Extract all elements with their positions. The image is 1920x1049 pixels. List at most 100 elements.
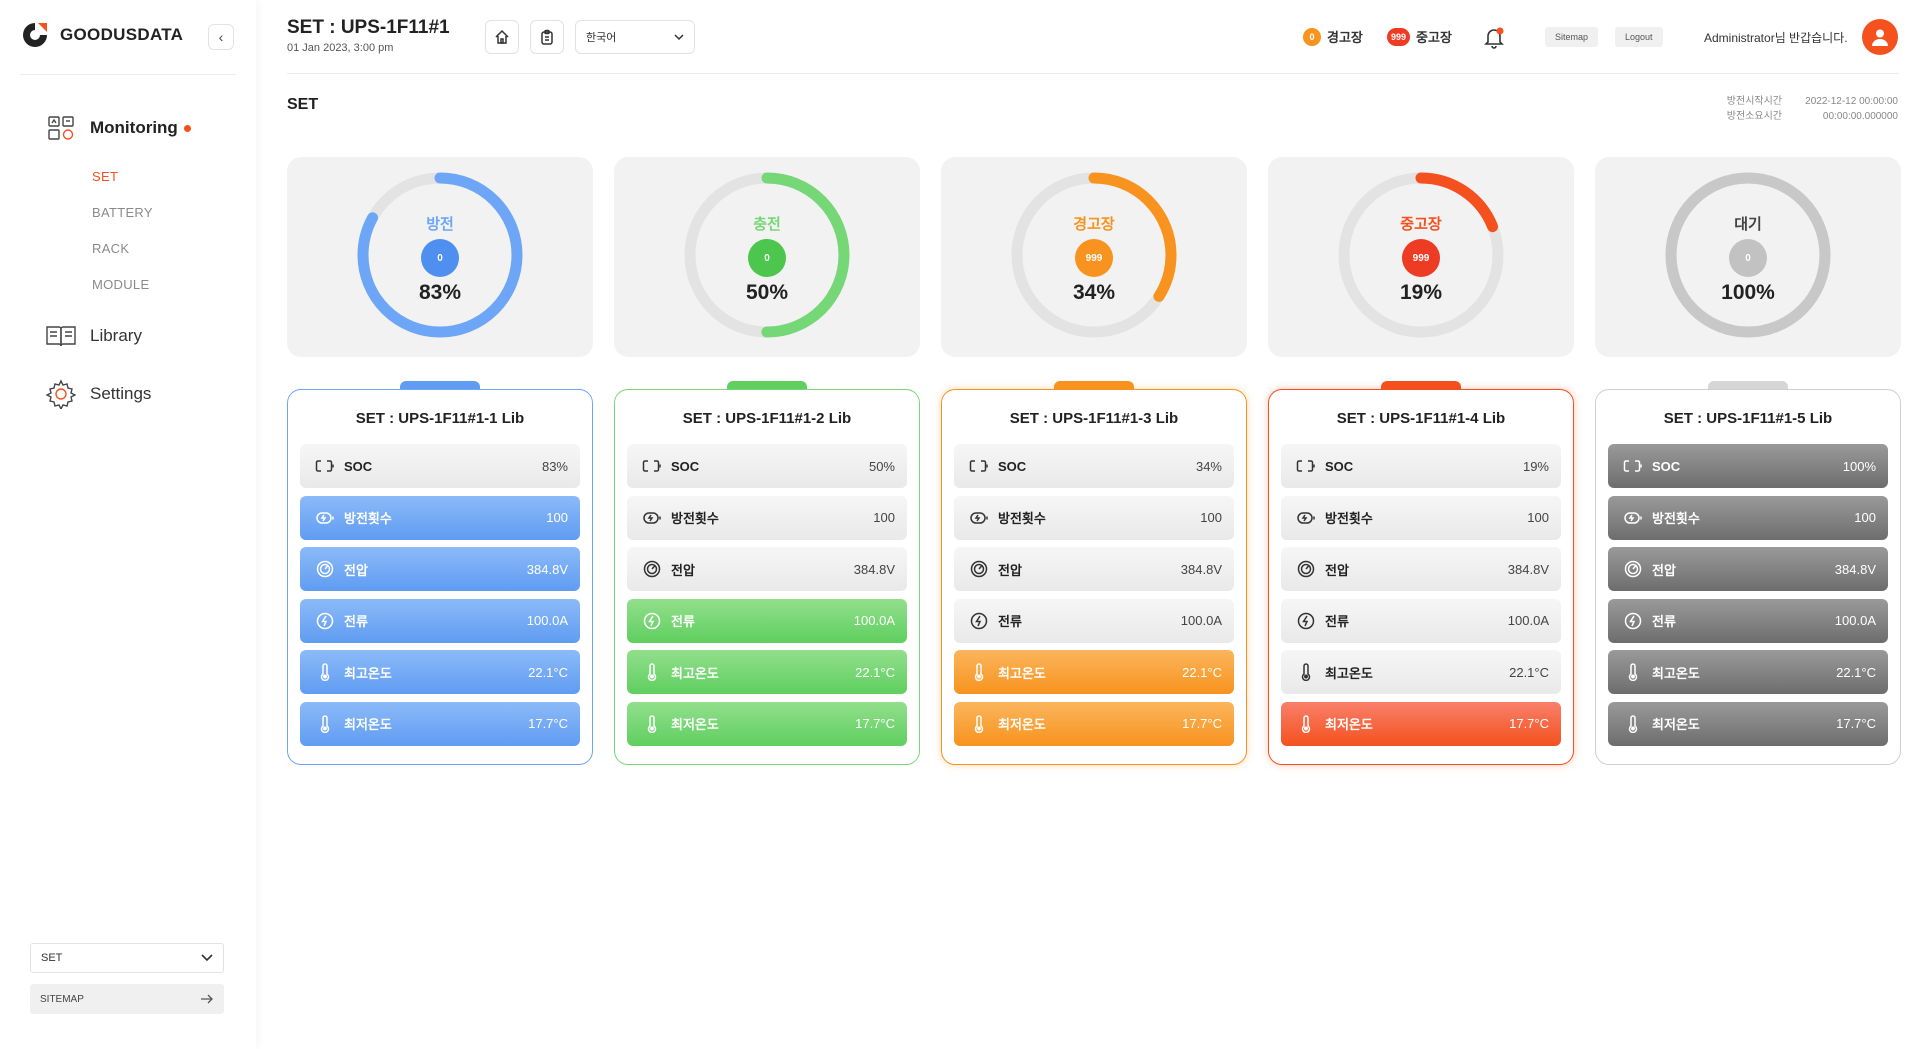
clipboard-button[interactable]: [530, 20, 564, 54]
avatar[interactable]: [1862, 19, 1898, 55]
metric-discharge-count: 방전횟수 100: [954, 495, 1234, 540]
metric-soc: SOC 50%: [627, 444, 907, 488]
sidebar: GOODUSDATA ‹ Monitoring SET BATTERY RACK…: [0, 0, 256, 1049]
user-icon: [1872, 29, 1888, 46]
fault-status[interactable]: 999 중고장: [1387, 27, 1452, 46]
metric-value: 100.0A: [853, 613, 895, 628]
lib-card[interactable]: SET : UPS-1F11#1-4 Lib SOC 19% 방전횟수 100 …: [1268, 389, 1574, 765]
lib-title: SET : UPS-1F11#1-5 Lib: [1663, 410, 1833, 427]
sidebar-subitem-battery[interactable]: BATTERY: [92, 205, 153, 220]
logo-icon: [23, 23, 47, 47]
metric-label: SOC: [344, 458, 373, 474]
bell-icon[interactable]: [1481, 24, 1507, 50]
metric-voltage: 전압 384.8V: [627, 547, 907, 591]
battery-cycle-icon: [1622, 507, 1644, 529]
metric-label: 전류: [671, 614, 695, 629]
logout-button[interactable]: Logout: [1615, 27, 1663, 47]
metric-label: SOC: [671, 458, 700, 474]
arrow-right-icon: [201, 994, 213, 1004]
metric-label: 전압: [344, 562, 368, 578]
sidebar-item-monitoring[interactable]: Monitoring: [44, 111, 191, 145]
metric-value: 100.0A: [1507, 613, 1549, 628]
thermometer-icon: [968, 713, 990, 735]
metric-label: 최고온도: [671, 665, 719, 681]
status-gauge-card[interactable]: 경고장 999 34%: [941, 157, 1247, 357]
lib-card[interactable]: SET : UPS-1F11#1-5 Lib SOC 100% 방전횟수 100…: [1595, 389, 1901, 765]
metric-value: 100: [873, 510, 895, 525]
sidebar-item-library[interactable]: Library: [44, 319, 142, 353]
battery-icon: [1622, 455, 1644, 477]
gauge-label: 경고장: [1073, 216, 1115, 233]
metric-max-temp: 최고온도 22.1°C: [1281, 650, 1561, 694]
metric-label: 방전횟수: [998, 511, 1046, 526]
thermometer-icon: [641, 713, 663, 735]
metric-value: 384.8V: [526, 561, 568, 577]
sidebar-level-select[interactable]: SET: [30, 943, 224, 973]
sidebar-item-settings[interactable]: Settings: [44, 377, 151, 411]
battery-icon: [314, 455, 336, 477]
status-gauge-card[interactable]: 대기 0 100%: [1595, 157, 1901, 357]
brand-logo[interactable]: GOODUSDATA: [20, 20, 183, 50]
language-value: 한국어: [586, 32, 617, 44]
library-icon: [44, 319, 78, 353]
thermometer-icon: [1622, 661, 1644, 683]
metric-label: 최고온도: [1652, 665, 1700, 681]
metric-value: 100: [1527, 510, 1549, 525]
home-button[interactable]: [485, 20, 519, 54]
lib-card[interactable]: SET : UPS-1F11#1-1 Lib SOC 83% 방전횟수 100 …: [287, 389, 593, 765]
header-divider: [287, 73, 1899, 74]
metric-value: 100: [546, 510, 568, 525]
sidebar-sitemap-button[interactable]: SITEMAP: [30, 984, 224, 1014]
metric-label: 방전횟수: [1325, 511, 1373, 526]
metric-max-temp: 최고온도 22.1°C: [300, 650, 580, 694]
metric-label: SOC: [998, 458, 1027, 474]
language-select[interactable]: 한국어: [575, 20, 695, 54]
metric-min-temp: 최저온도 17.7°C: [1281, 701, 1561, 746]
metric-max-temp: 최고온도 22.1°C: [627, 650, 907, 694]
metric-value: 100: [1854, 510, 1876, 525]
sitemap-button[interactable]: Sitemap: [1545, 27, 1599, 47]
bolt-icon: [314, 610, 336, 632]
clipboard-icon: [541, 29, 553, 45]
metric-label: 전류: [344, 614, 368, 629]
chevron-left-icon: ‹: [218, 29, 224, 45]
sidebar-subitem-rack[interactable]: RACK: [92, 241, 129, 256]
discharge-info: 방전시작시간 2022-12-12 00:00:00 방전소요시간 00:00:00…: [1727, 94, 1898, 124]
metric-max-temp: 최고온도 22.1°C: [1608, 650, 1888, 694]
metric-current: 전류 100.0A: [300, 598, 580, 643]
lib-card[interactable]: SET : UPS-1F11#1-3 Lib SOC 34% 방전횟수 100 …: [941, 389, 1247, 765]
discharge-duration-value: 00:00:00.000000: [1822, 111, 1898, 122]
lib-title: SET : UPS-1F11#1-1 Lib: [355, 410, 525, 427]
fault-label: 중고장: [1416, 30, 1452, 45]
sidebar-subitem-set[interactable]: SET: [92, 169, 118, 184]
metric-value: 22.1°C: [528, 664, 568, 680]
sidebar-subitem-module[interactable]: MODULE: [92, 277, 149, 292]
sidebar-collapse-button[interactable]: ‹: [208, 24, 234, 50]
metric-label: 최저온도: [344, 717, 392, 732]
metric-discharge-count: 방전횟수 100: [627, 495, 907, 540]
bolt-icon: [641, 610, 663, 632]
battery-icon: [1295, 455, 1317, 477]
gauge-label: 충전: [753, 216, 781, 233]
lib-card[interactable]: SET : UPS-1F11#1-2 Lib SOC 50% 방전횟수 100 …: [614, 389, 920, 765]
fault-count-badge: 999: [1387, 27, 1411, 46]
metric-value: 100.0A: [1180, 613, 1222, 628]
bolt-icon: [1295, 610, 1317, 632]
status-gauge-card[interactable]: 충전 0 50%: [614, 157, 920, 357]
metric-value: 384.8V: [853, 561, 895, 577]
metric-voltage: 전압 384.8V: [954, 547, 1234, 591]
metric-voltage: 전압 384.8V: [1608, 547, 1888, 591]
status-gauge-card[interactable]: 방전 0 83%: [287, 157, 593, 357]
sidebar-divider: [20, 74, 236, 75]
page-title: SET : UPS-1F11#1: [287, 17, 450, 38]
lib-title: SET : UPS-1F11#1-4 Lib: [1336, 410, 1506, 427]
warning-status[interactable]: 0 경고장: [1303, 27, 1363, 46]
warning-label: 경고장: [1327, 30, 1363, 45]
gauge-icon: [968, 558, 990, 580]
metric-label: 최고온도: [344, 665, 392, 681]
metric-label: 전압: [671, 562, 695, 578]
metric-label: 방전횟수: [344, 511, 392, 526]
metric-soc: SOC 34%: [954, 444, 1234, 488]
status-gauge-card[interactable]: 중고장 999 19%: [1268, 157, 1574, 357]
metric-label: 방전횟수: [1652, 511, 1700, 526]
